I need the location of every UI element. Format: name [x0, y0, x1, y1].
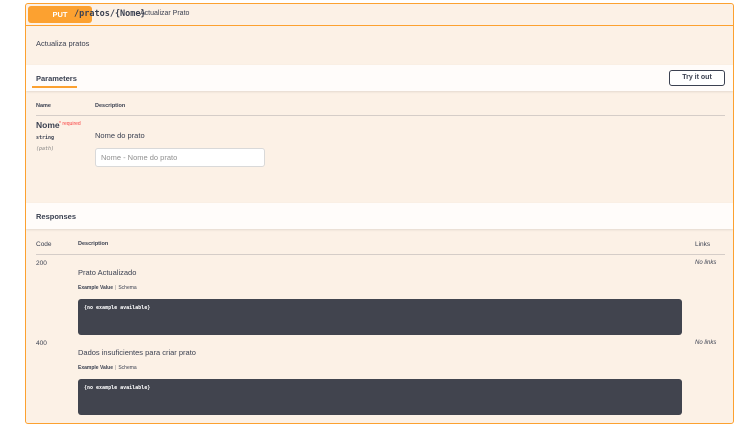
example-value-tab[interactable]: Example Value: [78, 285, 113, 291]
param-name: Nome: [36, 120, 60, 130]
param-type: string: [36, 135, 55, 141]
param-name-column-header: Name: [36, 103, 51, 109]
tab-active-indicator: [32, 86, 77, 88]
param-header-divider: [36, 115, 725, 116]
example-code-block: {no example available}: [78, 379, 682, 415]
param-description: Nome do prato: [95, 131, 145, 140]
responses-header: Responses: [26, 203, 733, 229]
response-description: Prato Actualizado: [78, 268, 137, 277]
try-it-out-button[interactable]: Try it out: [669, 70, 725, 86]
param-location: (path): [36, 146, 55, 152]
example-tabs: Example Value | Schema: [78, 285, 137, 291]
schema-tab[interactable]: Schema: [118, 365, 136, 371]
response-description-column-header: Description: [78, 241, 109, 247]
schema-tab[interactable]: Schema: [118, 285, 136, 291]
operation-path: /pratos/{Nome}: [74, 9, 146, 19]
operation-description: Actualiza pratos: [36, 39, 90, 48]
response-links-column-header: Links: [695, 241, 711, 248]
example-code-block: {no example available}: [78, 299, 682, 335]
nome-input[interactable]: [95, 148, 265, 167]
parameters-header: Parameters Try it out: [26, 65, 733, 91]
param-required-badge: * required: [59, 121, 81, 127]
tab-parameters[interactable]: Parameters: [36, 74, 77, 83]
response-code: 400: [36, 340, 47, 347]
operation-summary-text: Actualizar Prato: [140, 10, 190, 17]
response-description: Dados insuficientes para criar prato: [78, 348, 196, 357]
response-links: No links: [695, 340, 717, 346]
responses-title: Responses: [36, 212, 77, 221]
response-links: No links: [695, 260, 717, 266]
response-code: 200: [36, 260, 47, 267]
operation-block-put: PUT /pratos/{Nome} Actualizar Prato Actu…: [25, 3, 734, 424]
response-code-column-header: Code: [36, 241, 52, 248]
operation-summary[interactable]: PUT /pratos/{Nome} Actualizar Prato: [26, 4, 733, 26]
param-description-column-header: Description: [95, 103, 126, 109]
example-tabs: Example Value | Schema: [78, 365, 137, 371]
example-value-tab[interactable]: Example Value: [78, 365, 113, 371]
response-header-divider: [36, 254, 725, 255]
